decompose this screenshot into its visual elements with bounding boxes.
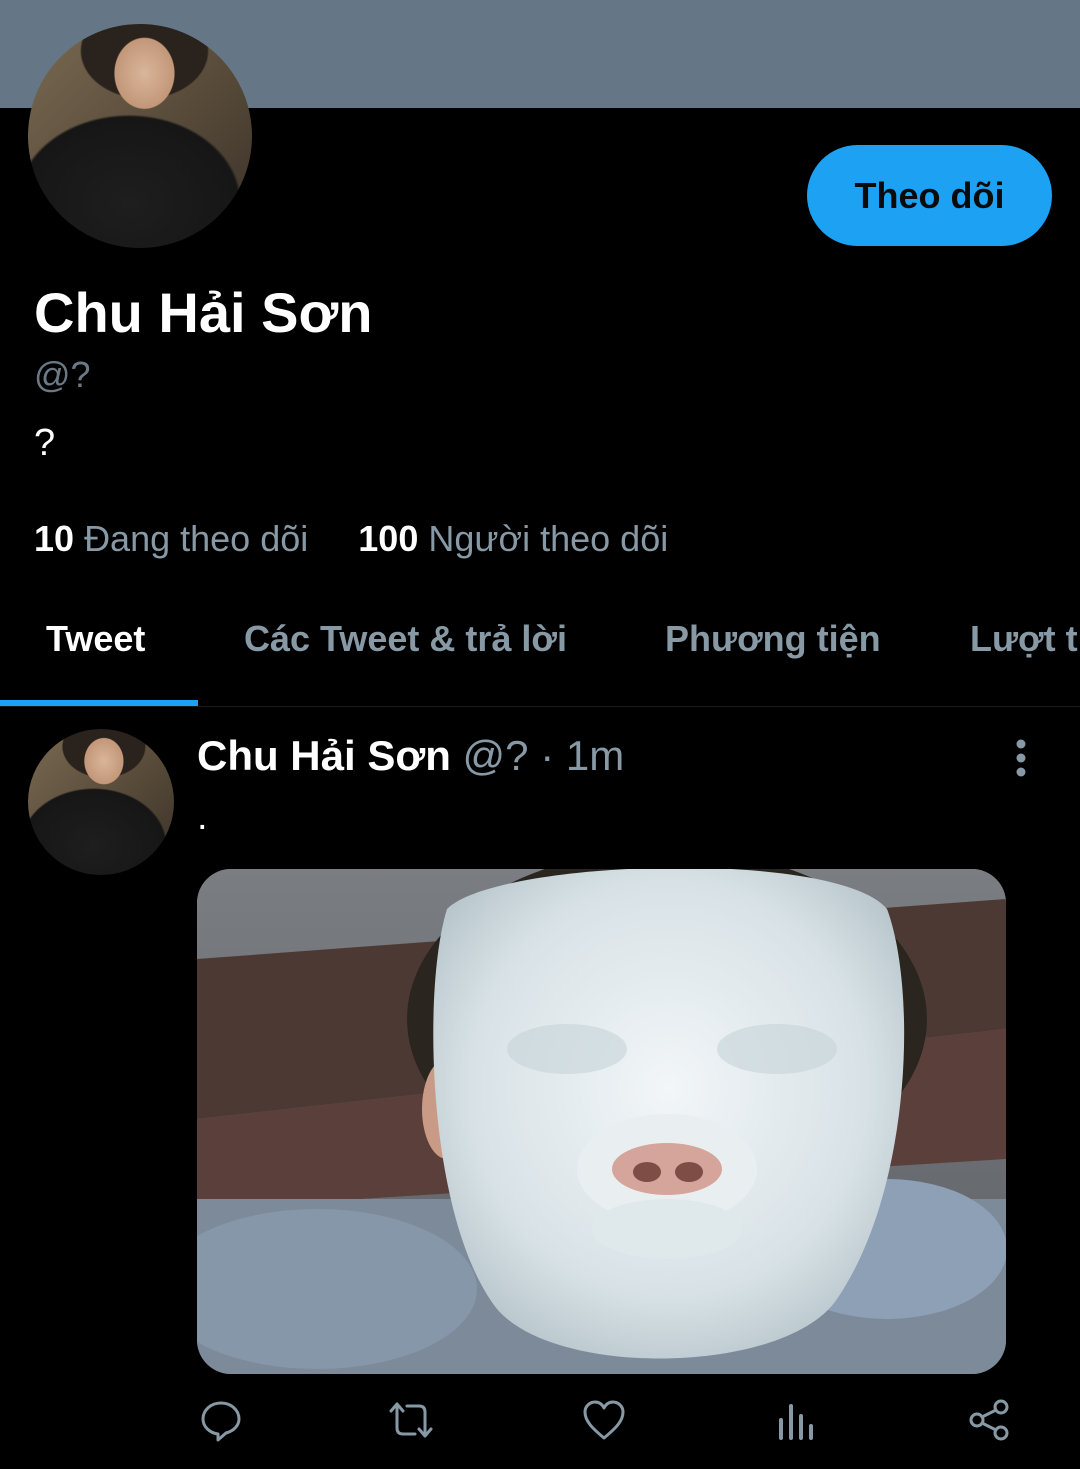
following-count: 10 [34, 518, 75, 559]
tweet-text: . [197, 796, 208, 838]
follow-button[interactable]: Theo dõi [807, 145, 1052, 246]
profile-avatar[interactable] [28, 24, 252, 248]
share-icon[interactable] [967, 1398, 1011, 1442]
profile-handle: @? [34, 354, 91, 395]
following-link[interactable]: 10 Đang theo dõi [34, 518, 318, 559]
photo-face-mask [197, 869, 1006, 1374]
profile-stats: 10 Đang theo dõi 100 Người theo dõi [34, 518, 668, 560]
retweet-icon[interactable] [389, 1398, 433, 1442]
tweet-photo[interactable] [197, 869, 1006, 1374]
profile-tabs: Tweet Các Tweet & trả lời Phương tiện Lư… [0, 590, 1080, 706]
followers-link[interactable]: 100 Người theo dõi [358, 518, 668, 559]
followers-count: 100 [358, 518, 419, 559]
tab-tweets-and-replies[interactable]: Các Tweet & trả lời [244, 618, 567, 660]
tab-likes[interactable]: Lượt thích [970, 618, 1080, 660]
tweet-author-name[interactable]: Chu Hải Sơn [197, 732, 451, 779]
analytics-icon[interactable] [775, 1398, 819, 1442]
tab-tweets[interactable]: Tweet [46, 618, 145, 660]
tab-media[interactable]: Phương tiện [665, 618, 881, 660]
followers-label: Người theo dõi [428, 518, 669, 559]
profile-bio: ? [34, 422, 56, 464]
following-label: Đang theo dõi [84, 518, 309, 559]
profile-name: Chu Hải Sơn [34, 281, 373, 344]
tweet-time[interactable]: 1m [566, 732, 624, 779]
tweet-avatar[interactable] [28, 729, 174, 875]
tweet-header: Chu Hải Sơn @? · 1m [197, 732, 624, 780]
tweet-author-handle[interactable]: @? [463, 732, 529, 779]
tabs-divider [0, 706, 1080, 707]
tweet-meta-separator: · [540, 732, 555, 779]
reply-icon[interactable] [199, 1398, 243, 1442]
more-options-icon[interactable] [1008, 738, 1034, 778]
like-icon[interactable] [582, 1398, 626, 1442]
